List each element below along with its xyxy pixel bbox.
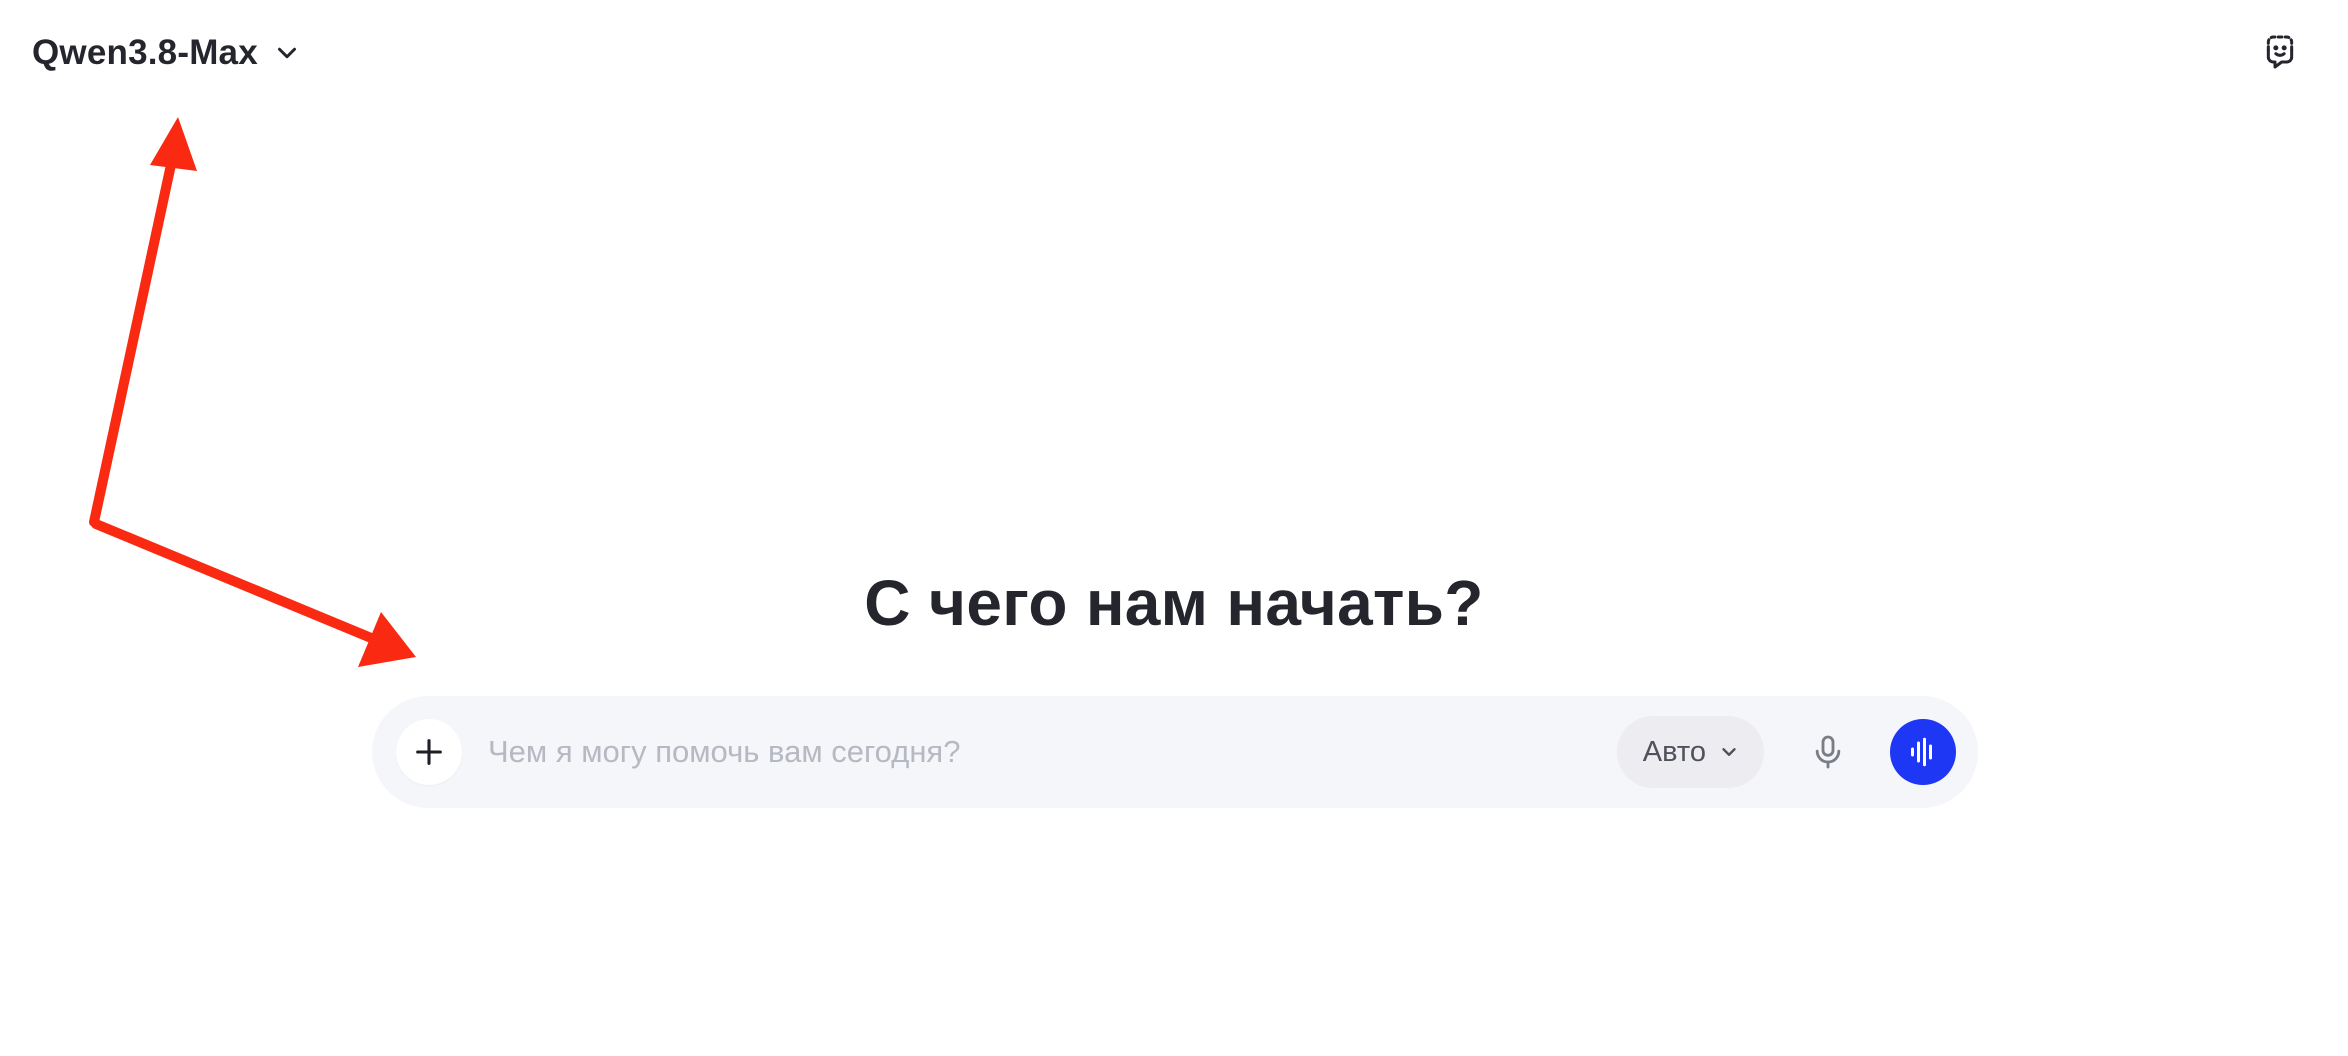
microphone-button[interactable] [1796, 720, 1860, 784]
annotation-overlay [89, 117, 416, 667]
chat-home-page: Qwen3.8-Max С чего нам начать? Авто [0, 0, 2348, 1056]
page-title: С чего нам начать? [864, 567, 1484, 639]
voice-wave-icon [1911, 737, 1932, 767]
message-input[interactable] [488, 722, 1617, 782]
chevron-down-icon [1722, 748, 1736, 756]
model-selector[interactable]: Qwen3.8-Max [24, 26, 310, 80]
mode-select[interactable]: Авто [1616, 716, 1764, 788]
voice-mode-button[interactable] [1890, 719, 1956, 785]
message-composer: Авто [372, 696, 1978, 808]
plus-icon [416, 739, 442, 765]
microphone-icon [1815, 735, 1841, 769]
mode-select-label: Авто [1642, 735, 1706, 768]
chevron-down-icon [277, 47, 296, 59]
temporary-chat-button[interactable] [2256, 28, 2304, 76]
model-name: Qwen3.8-Max [32, 33, 258, 72]
add-attachment-button[interactable] [396, 719, 462, 785]
temporary-chat-icon [2266, 35, 2294, 69]
